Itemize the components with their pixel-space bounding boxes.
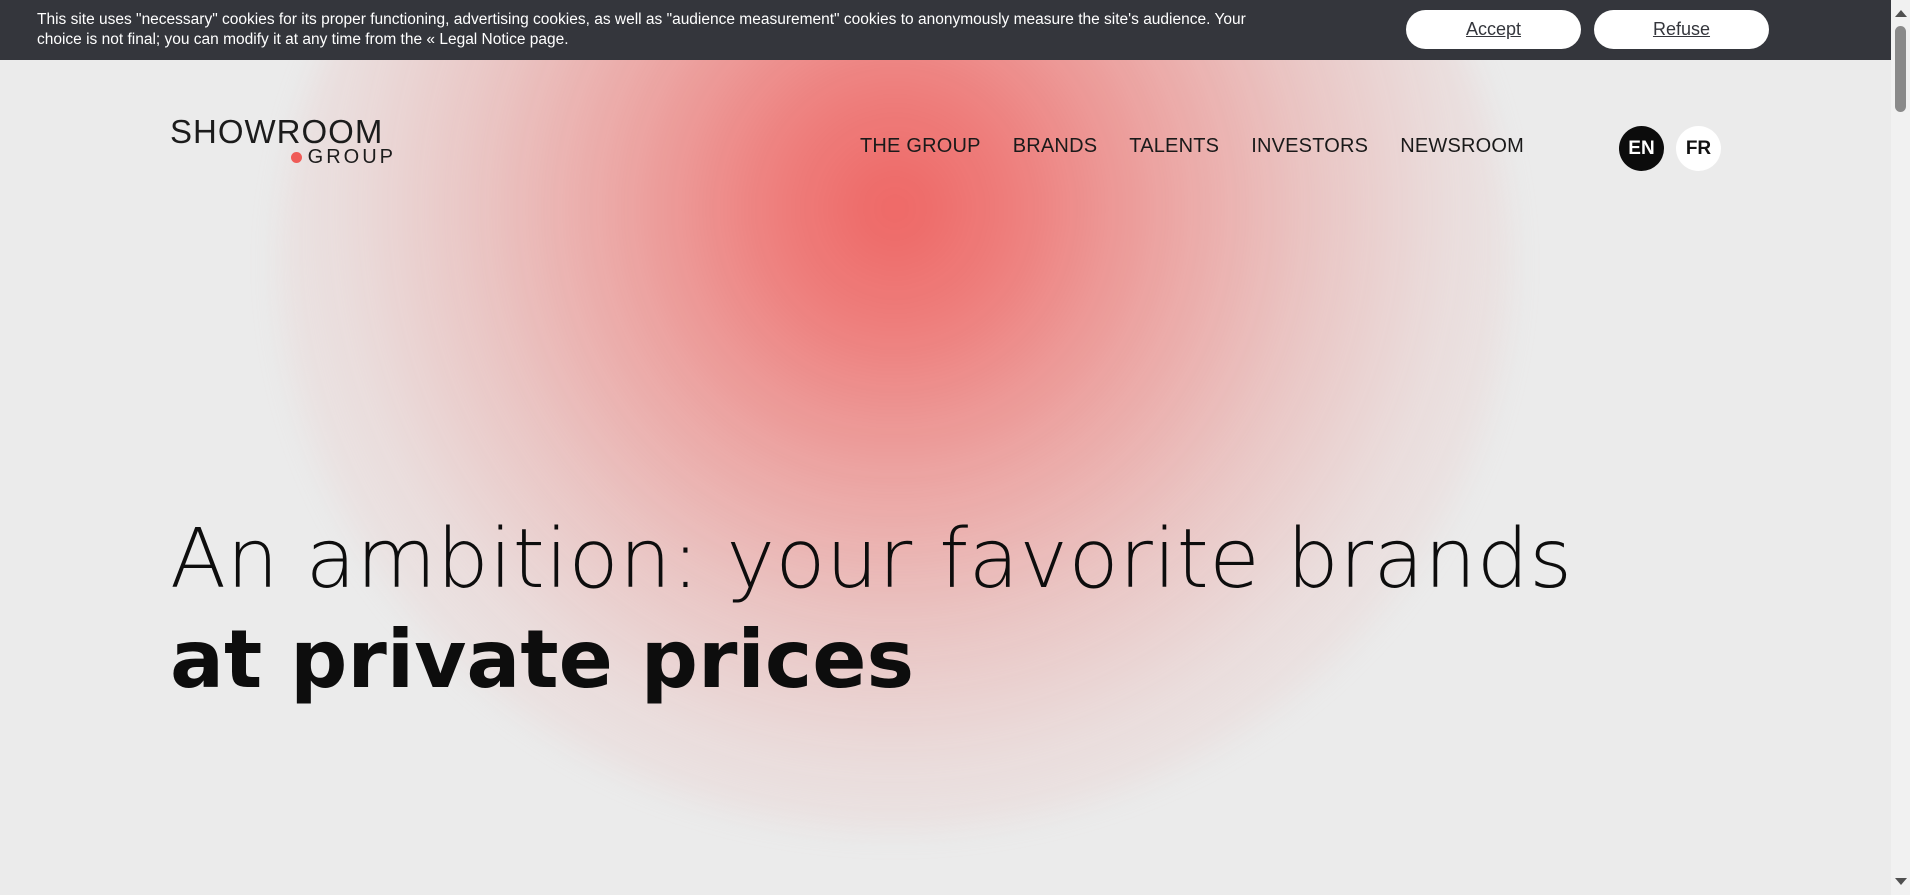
showroom-group-logo[interactable]: SHOWROOM GROUP — [170, 113, 396, 167]
language-en-button[interactable]: EN — [1619, 126, 1664, 171]
cookie-banner: This site uses "necessary" cookies for i… — [0, 0, 1891, 60]
scroll-up-arrow-icon[interactable] — [1895, 10, 1907, 17]
logo-group-text: GROUP — [307, 146, 396, 168]
main-nav: THE GROUP BRANDS TALENTS INVESTORS NEWSR… — [860, 135, 1556, 158]
scrollbar-thumb[interactable] — [1895, 26, 1906, 112]
logo-dot-icon — [290, 151, 302, 163]
nav-item-brands[interactable]: BRANDS — [1013, 135, 1098, 158]
hero-headline: An ambition: your favorite brands at pri… — [170, 510, 1573, 710]
cookie-message: This site uses "necessary" cookies for i… — [37, 11, 1246, 48]
hero-headline-line2: at private prices — [170, 613, 915, 706]
refuse-cookies-button[interactable]: Refuse — [1594, 10, 1769, 49]
language-fr-button[interactable]: FR — [1676, 126, 1721, 171]
logo-wordmark-bottom: GROUP — [170, 147, 396, 167]
page: This site uses "necessary" cookies for i… — [0, 0, 1910, 895]
nav-item-newsroom[interactable]: NEWSROOM — [1400, 135, 1524, 158]
accept-cookies-button[interactable]: Accept — [1406, 10, 1581, 49]
nav-item-investors[interactable]: INVESTORS — [1251, 135, 1368, 158]
hero-headline-line1: An ambition: your favorite brands — [170, 512, 1573, 607]
nav-item-talents[interactable]: TALENTS — [1129, 135, 1219, 158]
nav-item-the-group[interactable]: THE GROUP — [860, 135, 981, 158]
vertical-scrollbar[interactable] — [1891, 0, 1910, 895]
scroll-down-arrow-icon[interactable] — [1895, 878, 1907, 885]
logo-wordmark-top: SHOWROOM — [170, 113, 384, 150]
